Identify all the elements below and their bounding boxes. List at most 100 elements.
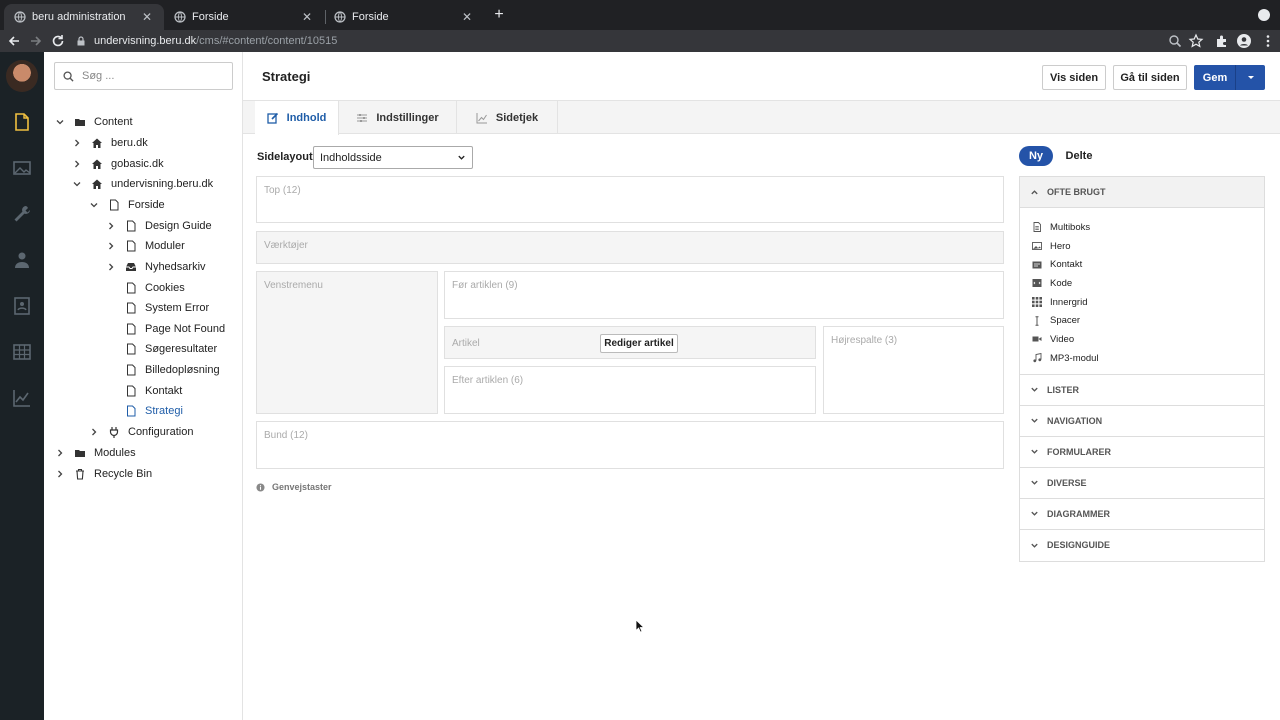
zone-label: Venstremenu [264,280,323,291]
section-formularer[interactable]: FORMULARER [1020,437,1264,468]
chevron-right-icon[interactable] [54,447,66,459]
kebab-menu-icon[interactable] [1260,33,1276,49]
contact-book-icon[interactable] [12,296,32,316]
close-icon[interactable]: ✕ [140,10,154,24]
avatar[interactable] [6,60,38,92]
content-page-icon[interactable] [12,112,32,132]
tab-settings-label: Indstillinger [376,111,439,124]
tree-item-beru-dk[interactable]: beru.dk [71,133,148,153]
component-innergrid[interactable]: Innergrid [1020,293,1264,312]
zone-label: Værktøjer [264,240,308,251]
star-icon[interactable] [1188,33,1204,49]
component-multiboks[interactable]: Multiboks [1020,218,1264,237]
inbox-icon [126,263,136,271]
forward-arrow-icon[interactable] [28,33,44,49]
zone-bottom[interactable]: Bund (12) [256,421,1004,469]
zone-label: Artikel [452,338,480,349]
wrench-icon[interactable] [12,204,32,224]
section-label: DIAGRAMMER [1047,508,1110,519]
section-lister[interactable]: LISTER [1020,375,1264,406]
view-page-button[interactable]: Vis siden [1042,65,1106,90]
browser-tab-forside-1[interactable]: Forside ✕ [164,4,324,30]
new-components-toggle[interactable]: Ny [1019,146,1053,166]
tree-item-gobasic-dk[interactable]: gobasic.dk [71,154,164,174]
shared-components-toggle[interactable]: Delte [1059,146,1099,166]
zone-top[interactable]: Top (12) [256,176,1004,223]
tree-item-recycle-bin[interactable]: Recycle Bin [54,464,152,484]
page-icon [127,302,136,314]
chevron-right-icon[interactable] [88,426,100,438]
user-icon[interactable] [12,250,32,270]
component-kode[interactable]: Kode [1020,274,1264,293]
tree-item-moduler[interactable]: Moduler [105,236,185,256]
reload-icon[interactable] [50,33,66,49]
line-chart-icon[interactable] [12,388,32,408]
edit-article-button[interactable]: Rediger artikel [600,334,678,353]
section-navigation[interactable]: NAVIGATION [1020,406,1264,437]
save-options-button[interactable] [1235,65,1265,90]
chevron-right-icon[interactable] [105,240,117,252]
tree-item-nyhedsarkiv[interactable]: Nyhedsarkiv [105,257,206,277]
tree-item-kontakt[interactable]: Kontakt [125,381,182,401]
tree-item-page-not-found[interactable]: Page Not Found [125,319,225,339]
close-icon[interactable]: ✕ [460,10,474,24]
chevron-down-icon[interactable] [54,116,66,128]
extensions-puzzle-icon[interactable] [1214,33,1230,49]
tree-item-system-error[interactable]: System Error [125,298,209,318]
tab-search-icon[interactable] [1258,9,1270,21]
zone-tools[interactable]: Værktøjer [256,231,1004,264]
address-bar[interactable]: undervisning.beru.dk/cms/#content/conten… [76,32,337,50]
back-arrow-icon[interactable] [6,33,22,49]
chevron-right-icon[interactable] [105,220,117,232]
chevron-down-icon[interactable] [88,199,100,211]
chevron-right-icon[interactable] [54,468,66,480]
media-image-icon[interactable] [12,158,32,178]
tree-item-soegeresultater[interactable]: Søgeresultater [125,339,217,359]
tree-item-configuration[interactable]: Configuration [88,422,193,442]
close-icon[interactable]: ✕ [300,10,314,24]
chevron-down-icon [1031,449,1038,454]
tree-item-design-guide[interactable]: Design Guide [105,216,212,236]
section-designguide[interactable]: DESIGNGUIDE [1020,530,1264,561]
component-spacer[interactable]: Spacer [1020,311,1264,330]
section-diagrammer[interactable]: DIAGRAMMER [1020,499,1264,530]
new-tab-plus-icon[interactable]: + [490,6,508,24]
chevron-right-icon[interactable] [71,137,83,149]
browser-tab-beru-administration[interactable]: beru administration ✕ [4,4,164,30]
zone-after-article[interactable]: Efter artiklen (6) [444,366,816,414]
component-hero[interactable]: Hero [1020,237,1264,256]
tree-item-undervisning-beru-dk[interactable]: undervisning.beru.dk [71,174,213,194]
tree-item-strategi[interactable]: Strategi [125,401,183,421]
table-grid-icon[interactable] [12,342,32,362]
zone-right-column[interactable]: Højrespalte (3) [823,326,1004,414]
tree-item-cookies[interactable]: Cookies [125,278,185,298]
tree-item-modules[interactable]: Modules [54,443,136,463]
component-mp3-modul[interactable]: MP3-modul [1020,349,1264,368]
tab-content[interactable]: Indhold [255,101,339,135]
section-often-used[interactable]: OFTE BRUGT [1020,177,1264,208]
section-diverse[interactable]: DIVERSE [1020,468,1264,499]
save-button[interactable]: Gem [1194,65,1236,90]
tree-search-box[interactable] [54,62,233,90]
goto-page-button[interactable]: Gå til siden [1113,65,1187,90]
search-input[interactable] [82,70,222,82]
chevron-right-icon[interactable] [71,158,83,170]
chevron-down-icon[interactable] [71,178,83,190]
mouse-cursor-icon [635,619,645,633]
tree-item-billedoploesning[interactable]: Billedopløsning [125,360,220,380]
page-layout-select[interactable]: Indholdsside [313,146,473,169]
zone-before-article[interactable]: Før artiklen (9) [444,271,1004,319]
component-video[interactable]: Video [1020,330,1264,349]
keyboard-shortcuts-link[interactable]: Genvejstaster [256,482,332,492]
component-kontakt[interactable]: Kontakt [1020,255,1264,274]
zoom-icon[interactable] [1167,33,1183,49]
tree-item-content[interactable]: Content [54,112,133,132]
zone-left-menu[interactable]: Venstremenu [256,271,438,414]
browser-tab-forside-2[interactable]: Forside ✕ [324,4,484,30]
chevron-down-icon [1031,480,1038,485]
tab-page-check[interactable]: Sidetjek [457,101,558,134]
chevron-right-icon[interactable] [105,261,117,273]
profile-icon[interactable] [1236,33,1252,49]
tab-settings[interactable]: Indstillinger [339,101,457,134]
tree-item-forside[interactable]: Forside [88,195,165,215]
